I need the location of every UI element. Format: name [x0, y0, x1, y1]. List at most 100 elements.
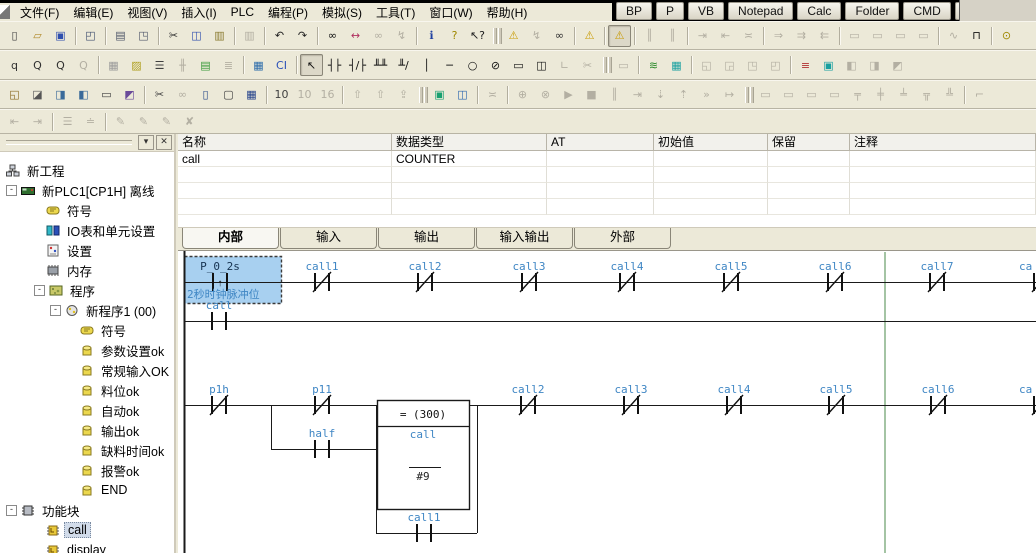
tree-item-输出ok[interactable]: 输出ok: [0, 420, 172, 440]
toolbar-grip[interactable]: [493, 26, 502, 46]
select-tool-button[interactable]: ↖: [300, 54, 323, 76]
contact-nc-call6[interactable]: call6: [921, 383, 954, 415]
tree-item-call[interactable]: call: [0, 520, 172, 540]
contact-nc-ca[interactable]: ca: [1019, 383, 1036, 415]
table-cell[interactable]: [547, 151, 654, 167]
data-trace-button[interactable]: ⊓: [965, 25, 988, 47]
symbol-tab-外部[interactable]: 外部: [574, 228, 671, 249]
paste-button[interactable]: ▥: [208, 25, 231, 47]
menu-item-7[interactable]: 模拟(S): [315, 3, 369, 22]
tree-item-新工程[interactable]: 新工程: [0, 160, 172, 180]
new-or-closed-contact-button[interactable]: ╨/: [392, 54, 415, 76]
table-cell[interactable]: [654, 151, 768, 167]
tree-item-符号[interactable]: 符号: [0, 320, 172, 340]
contact-no-call[interactable]: call: [206, 299, 233, 330]
tree-item-符号[interactable]: 符号: [0, 200, 172, 220]
redo-button[interactable]: ↷: [291, 25, 314, 47]
new-vertical-button[interactable]: │: [415, 54, 438, 76]
tree-item-label[interactable]: IO表和单元设置: [64, 221, 158, 240]
tree-item-label[interactable]: call: [64, 522, 91, 538]
tree-item-label[interactable]: 程序: [67, 281, 98, 300]
table-cell[interactable]: [178, 183, 392, 199]
simulator-transfer-button[interactable]: ◫: [451, 84, 474, 106]
zoom-fit-button[interactable]: q: [3, 54, 26, 76]
quick-button-notepad[interactable]: Notepad: [728, 2, 793, 20]
tree-item-内存[interactable]: 内存: [0, 260, 172, 280]
about-button[interactable]: ℹ: [420, 25, 443, 47]
zoom-out-button[interactable]: Q: [49, 54, 72, 76]
find-button[interactable]: ∞: [321, 25, 344, 47]
tree-item-缺料时间ok[interactable]: 缺料时间ok: [0, 440, 172, 460]
ladder-editor[interactable]: = (300)call#9↑P_0_2scall1call2call3call4…: [178, 250, 1036, 553]
print-preview-button[interactable]: ◳: [132, 25, 155, 47]
table-cell[interactable]: [392, 183, 547, 199]
new-closed-coil-button[interactable]: ⊘: [484, 54, 507, 76]
table-cell[interactable]: COUNTER: [392, 151, 547, 167]
toolbar-grip[interactable]: [6, 140, 132, 145]
symbol-tab-输出[interactable]: 输出: [378, 228, 475, 249]
contact-nc-call1[interactable]: call1: [305, 260, 338, 292]
tree-item-报警ok[interactable]: 报警ok: [0, 460, 172, 480]
window-output-button[interactable]: ◪: [26, 84, 49, 106]
security-lock-button[interactable]: ⊙: [995, 25, 1018, 47]
quick-button-cmd[interactable]: CMD: [903, 2, 950, 20]
workspace-dropdown-button[interactable]: ▾: [138, 135, 154, 150]
table-cell[interactable]: [768, 183, 850, 199]
contact-no-half[interactable]: half: [309, 427, 336, 458]
tree-item-label[interactable]: 参数设置ok: [98, 341, 167, 360]
table-cell[interactable]: [178, 167, 392, 183]
tree-item-label[interactable]: 功能块: [39, 501, 83, 520]
contact-nc-call2[interactable]: call2: [408, 260, 441, 292]
compile-all-programs-button[interactable]: ∞: [548, 25, 571, 47]
tree-expander[interactable]: -: [6, 505, 17, 516]
menu-item-2[interactable]: 编辑(E): [66, 3, 120, 22]
page-lookup-button[interactable]: ◰: [79, 25, 102, 47]
table-cell[interactable]: [850, 167, 1036, 183]
window-watch-button[interactable]: ◨: [49, 84, 72, 106]
menu-item-1[interactable]: 文件(F): [13, 3, 66, 22]
contact-nc-p11[interactable]: p11: [312, 383, 332, 415]
tree-item-label[interactable]: 符号: [64, 201, 95, 220]
menu-item-10[interactable]: 帮助(H): [480, 3, 535, 22]
quick-button-vb[interactable]: VB: [688, 2, 724, 20]
fb-library-button[interactable]: ≋: [642, 54, 665, 76]
menu-item-6[interactable]: 编程(P): [261, 3, 315, 22]
contact-nc-call3[interactable]: call3: [614, 383, 647, 415]
tree-expander[interactable]: -: [50, 305, 61, 316]
contact-no-call1[interactable]: call1: [407, 511, 440, 542]
tree-item-display[interactable]: display: [0, 540, 172, 553]
table-cell[interactable]: [768, 151, 850, 167]
tree-item-功能块[interactable]: - 功能块: [0, 500, 172, 520]
menu-item-9[interactable]: 窗口(W): [422, 3, 479, 22]
tree-item-label[interactable]: 新工程: [24, 161, 68, 180]
table-cell[interactable]: [392, 199, 547, 215]
tree-item-常规输入ok[interactable]: 常规输入OK: [0, 360, 172, 380]
rung-wrap-button[interactable]: ▨: [125, 54, 148, 76]
help-button[interactable]: ?: [443, 25, 466, 47]
contact-nc-ca[interactable]: ca: [1019, 260, 1036, 292]
copy-button[interactable]: ◫: [185, 25, 208, 47]
new-file-button[interactable]: ▯: [3, 25, 26, 47]
fb-definition-button[interactable]: ▦: [665, 54, 688, 76]
tree-item-参数设置ok[interactable]: 参数设置ok: [0, 340, 172, 360]
page-view-button[interactable]: ▢: [217, 84, 240, 106]
table-cell[interactable]: [850, 183, 1036, 199]
grid-page-button[interactable]: ▦: [240, 84, 263, 106]
tree-item-新程序1-00-[interactable]: -新程序1 (00): [0, 300, 172, 320]
new-or-contact-button[interactable]: ╨╨: [369, 54, 392, 76]
quick-button-bp[interactable]: BP: [616, 2, 652, 20]
toolbar-grip[interactable]: [603, 55, 612, 75]
contact-nc-call4[interactable]: call4: [610, 260, 643, 292]
decimal-display-button[interactable]: 10: [270, 84, 293, 106]
new-contact-button[interactable]: ┤├: [323, 54, 346, 76]
zoom-in-button[interactable]: Q: [26, 54, 49, 76]
workspace-close-button[interactable]: ✕: [156, 135, 172, 150]
ci-view-button[interactable]: CI: [270, 54, 293, 76]
contact-nc-call5[interactable]: call5: [714, 260, 747, 292]
save-button[interactable]: ▣: [49, 25, 72, 47]
tree-item-label[interactable]: 设置: [64, 241, 95, 260]
quick-button-calc[interactable]: Calc: [797, 2, 841, 20]
tree-item-end[interactable]: END: [0, 480, 172, 500]
context-help-button[interactable]: ↖?: [466, 25, 489, 47]
show-sections-button[interactable]: ▤: [194, 54, 217, 76]
